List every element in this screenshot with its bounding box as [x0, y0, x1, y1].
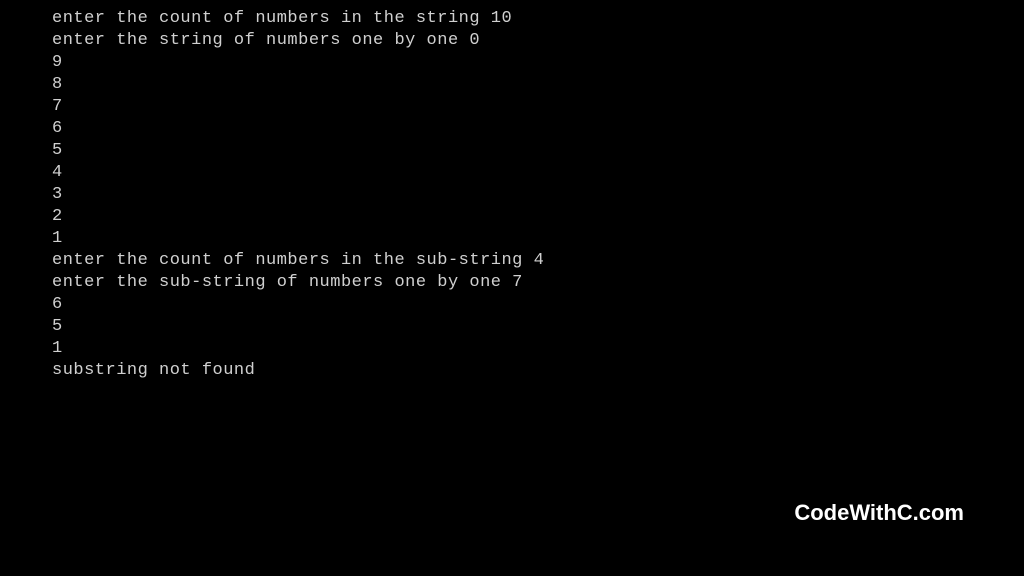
terminal-output: enter the count of numbers in the string… [0, 0, 1024, 382]
terminal-line: 6 [52, 118, 1024, 140]
terminal-line: 1 [52, 338, 1024, 360]
terminal-line: 7 [52, 96, 1024, 118]
terminal-line: 1 [52, 228, 1024, 250]
terminal-line: enter the sub-string of numbers one by o… [52, 272, 1024, 294]
terminal-line: 9 [52, 52, 1024, 74]
terminal-line: 5 [52, 316, 1024, 338]
terminal-line: enter the count of numbers in the sub-st… [52, 250, 1024, 272]
terminal-line: 4 [52, 162, 1024, 184]
watermark-text: CodeWithC.com [794, 500, 964, 526]
terminal-line: 6 [52, 294, 1024, 316]
terminal-line: substring not found [52, 360, 1024, 382]
terminal-line: 5 [52, 140, 1024, 162]
terminal-line: 2 [52, 206, 1024, 228]
terminal-line: 8 [52, 74, 1024, 96]
terminal-line: enter the string of numbers one by one 0 [52, 30, 1024, 52]
terminal-line: 3 [52, 184, 1024, 206]
terminal-line: enter the count of numbers in the string… [52, 8, 1024, 30]
